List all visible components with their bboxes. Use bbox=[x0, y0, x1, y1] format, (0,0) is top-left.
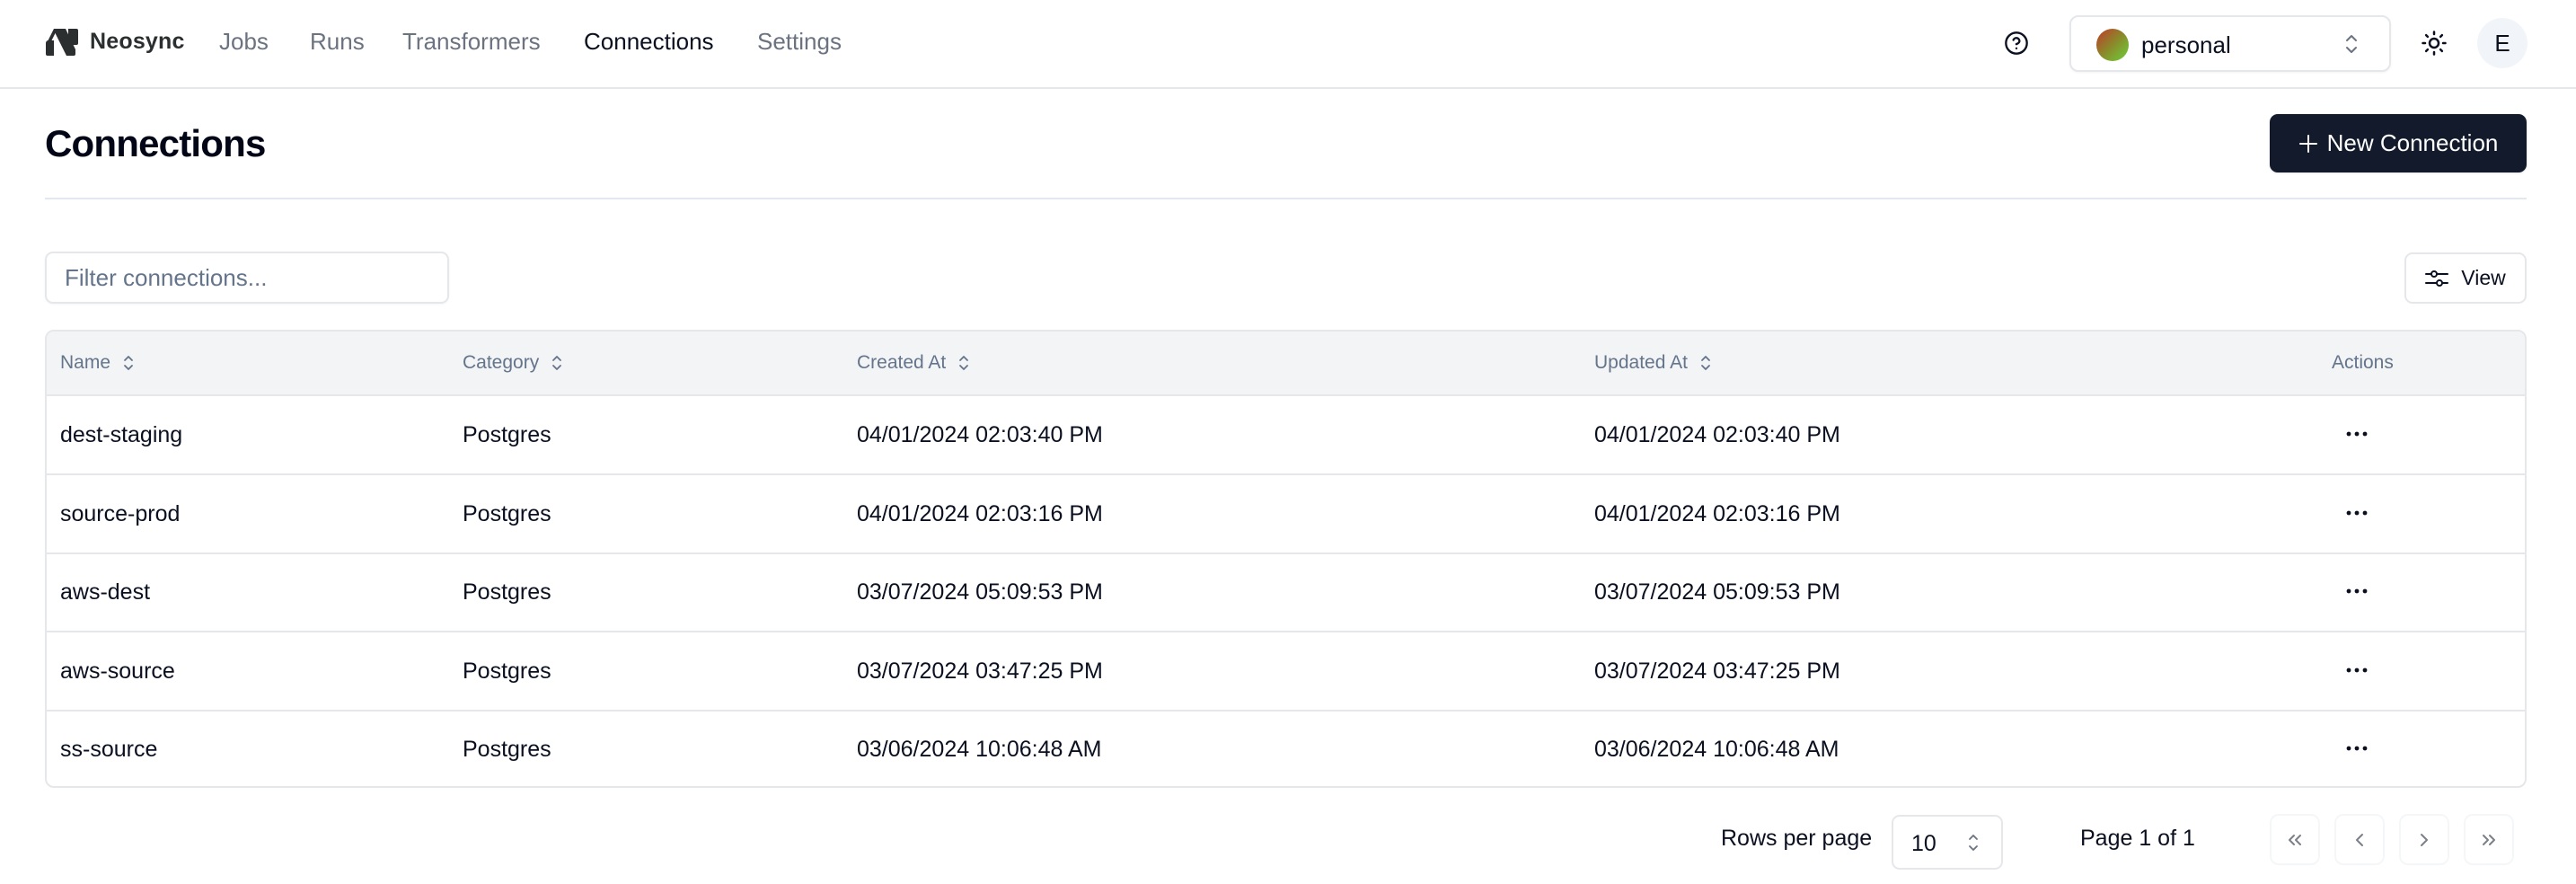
sort-icon bbox=[1701, 356, 1710, 370]
column-label: Updated At bbox=[1594, 352, 1688, 373]
cell-updated-at: 04/01/2024 02:03:40 PM bbox=[1594, 422, 1840, 447]
row-actions-button[interactable] bbox=[2339, 730, 2375, 766]
header-divider bbox=[45, 198, 2527, 199]
account-avatar bbox=[2096, 29, 2129, 61]
cell-category: Postgres bbox=[463, 579, 551, 606]
column-label: Name bbox=[60, 352, 111, 373]
row-actions-button[interactable] bbox=[2339, 495, 2375, 531]
cell-category: Postgres bbox=[463, 500, 551, 526]
page-title: Connections bbox=[45, 122, 266, 164]
previous-page-button[interactable] bbox=[2334, 814, 2385, 865]
cell-created-at: 03/07/2024 05:09:53 PM bbox=[857, 579, 1103, 606]
cell-category: Postgres bbox=[463, 422, 551, 447]
view-options-button[interactable]: View bbox=[2404, 252, 2527, 304]
more-horizontal-icon bbox=[2346, 746, 2368, 751]
user-avatar[interactable]: E bbox=[2477, 18, 2527, 68]
sun-icon bbox=[2422, 31, 2447, 56]
row-actions-button[interactable] bbox=[2339, 416, 2375, 452]
more-horizontal-icon bbox=[2346, 667, 2368, 673]
nav-link-connections[interactable]: Connections bbox=[584, 28, 714, 56]
page-info: Page 1 of 1 bbox=[2080, 826, 2195, 851]
first-page-button[interactable] bbox=[2270, 814, 2320, 865]
column-label: Actions bbox=[2332, 352, 2394, 373]
sort-icon bbox=[552, 356, 562, 370]
rows-per-page-select[interactable]: 10 bbox=[1892, 815, 2003, 870]
help-circle-icon bbox=[2005, 31, 2028, 55]
new-connection-button[interactable]: New Connection bbox=[2270, 114, 2527, 172]
cell-name[interactable]: source-prod bbox=[60, 501, 180, 527]
chevrons-right-icon bbox=[2483, 834, 2495, 845]
column-label: Created At bbox=[857, 352, 947, 373]
last-page-button[interactable] bbox=[2464, 814, 2514, 865]
help-button[interactable] bbox=[2001, 28, 2032, 58]
table-row[interactable]: aws-dest Postgres 03/07/2024 05:09:53 PM 03… bbox=[47, 553, 2525, 633]
nav-link-jobs[interactable]: Jobs bbox=[219, 28, 269, 56]
cell-name[interactable]: aws-dest bbox=[60, 579, 150, 606]
nav-link-settings[interactable]: Settings bbox=[757, 28, 842, 56]
cell-created-at: 03/07/2024 03:47:25 PM bbox=[857, 658, 1103, 684]
chevrons-left-icon bbox=[2289, 834, 2301, 845]
sliders-icon bbox=[2425, 270, 2449, 287]
sort-icon bbox=[124, 356, 133, 370]
brand-name[interactable]: Neosync bbox=[90, 29, 185, 55]
table-row[interactable]: ss-source Postgres 03/06/2024 10:06:48 AM 0… bbox=[47, 711, 2525, 786]
more-horizontal-icon bbox=[2346, 510, 2368, 515]
row-actions-button[interactable] bbox=[2339, 573, 2375, 609]
table-header: Name Category Created At Updated At Acti… bbox=[47, 332, 2525, 396]
account-name: personal bbox=[2141, 31, 2231, 58]
cell-category: Postgres bbox=[463, 737, 551, 763]
new-connection-label: New Connection bbox=[2326, 129, 2499, 156]
cell-updated-at: 03/07/2024 03:47:25 PM bbox=[1594, 658, 1840, 684]
column-header-actions: Actions bbox=[2332, 352, 2394, 374]
plus-icon bbox=[2298, 134, 2317, 153]
rows-per-page-label: Rows per page bbox=[1721, 826, 1873, 851]
column-header-updated-at[interactable]: Updated At bbox=[1594, 352, 1711, 374]
account-switcher[interactable]: personal bbox=[2069, 15, 2391, 72]
top-nav: Neosync Jobs Runs Transformers Connectio… bbox=[0, 0, 2576, 89]
cell-created-at: 04/01/2024 02:03:16 PM bbox=[857, 500, 1103, 526]
table-row[interactable]: source-prod Postgres 04/01/2024 02:03:16 P… bbox=[47, 475, 2525, 554]
sort-icon bbox=[959, 356, 969, 370]
nav-link-transformers[interactable]: Transformers bbox=[402, 28, 541, 56]
column-header-created-at[interactable]: Created At bbox=[857, 352, 969, 374]
view-label: View bbox=[2461, 266, 2506, 289]
rows-per-page-value: 10 bbox=[1911, 831, 1936, 856]
cell-updated-at: 03/07/2024 05:09:53 PM bbox=[1594, 579, 1840, 606]
chevron-right-icon bbox=[2421, 833, 2428, 846]
neosync-logo-icon[interactable] bbox=[45, 28, 79, 57]
theme-toggle-button[interactable] bbox=[2416, 25, 2452, 61]
row-actions-button[interactable] bbox=[2339, 652, 2375, 688]
cell-updated-at: 04/01/2024 02:03:16 PM bbox=[1594, 500, 1840, 526]
more-horizontal-icon bbox=[2346, 588, 2368, 594]
cell-name[interactable]: aws-source bbox=[60, 659, 175, 685]
column-label: Category bbox=[463, 352, 540, 373]
chevron-left-icon bbox=[2356, 833, 2363, 846]
column-header-category[interactable]: Category bbox=[463, 352, 562, 374]
connections-table: Name Category Created At Updated At Acti… bbox=[45, 330, 2527, 788]
next-page-button[interactable] bbox=[2399, 814, 2449, 865]
column-header-name[interactable]: Name bbox=[60, 352, 134, 374]
filter-connections-input[interactable] bbox=[45, 252, 449, 304]
more-horizontal-icon bbox=[2346, 431, 2368, 437]
table-row[interactable]: dest-staging Postgres 04/01/2024 02:03:40 … bbox=[47, 396, 2525, 475]
cell-category: Postgres bbox=[463, 658, 551, 684]
cell-name[interactable]: ss-source bbox=[60, 737, 157, 763]
cell-updated-at: 03/06/2024 10:06:48 AM bbox=[1594, 737, 1839, 763]
cell-created-at: 03/06/2024 10:06:48 AM bbox=[857, 737, 1102, 763]
cell-created-at: 04/01/2024 02:03:40 PM bbox=[857, 422, 1103, 447]
chevrons-up-down-icon bbox=[1969, 835, 1978, 851]
nav-link-runs[interactable]: Runs bbox=[310, 28, 365, 56]
cell-name[interactable]: dest-staging bbox=[60, 422, 182, 448]
chevrons-up-down-icon bbox=[2346, 35, 2357, 53]
table-row[interactable]: aws-source Postgres 03/07/2024 03:47:25 PM… bbox=[47, 632, 2525, 712]
